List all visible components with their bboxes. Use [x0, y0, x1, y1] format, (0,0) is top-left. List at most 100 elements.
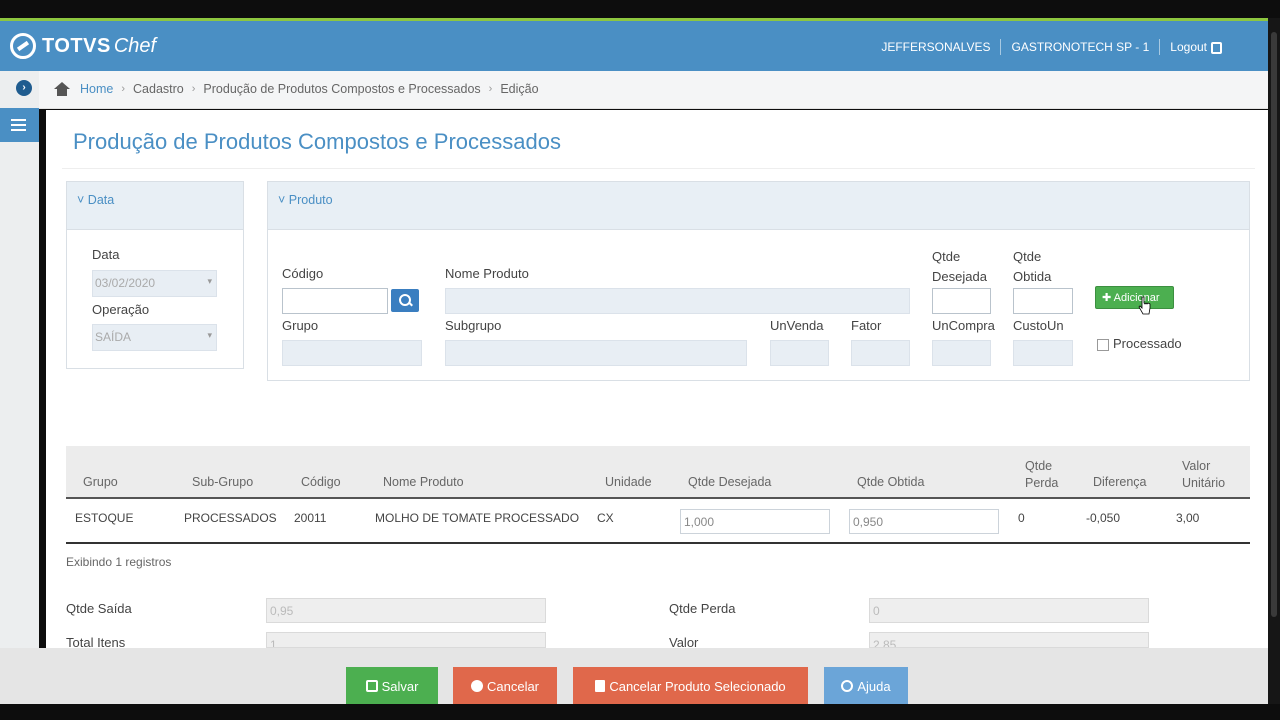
col-codigo[interactable]: Código: [301, 475, 341, 489]
col-qtde-obtida[interactable]: Qtde Obtida: [857, 475, 924, 489]
help-button[interactable]: Ajuda: [824, 667, 908, 705]
trash-icon: [595, 680, 606, 692]
uncompra-field[interactable]: [932, 340, 991, 366]
user-name[interactable]: JEFFERSONALVES: [881, 40, 990, 54]
breadcrumb-bar: Home › Cadastro › Produção de Produtos C…: [39, 71, 1268, 109]
label-line: Obtida: [1013, 269, 1052, 284]
chevron-right-icon: ›: [191, 83, 196, 95]
cell-codigo: 20011: [294, 511, 327, 525]
label-line: Qtde: [1013, 249, 1042, 264]
breadcrumb-home[interactable]: Home: [80, 82, 113, 96]
letterbox-top: [0, 0, 1280, 18]
total-itens-field: 1: [266, 632, 546, 648]
qtde-obtida-label: Qtde Obtida: [1013, 247, 1051, 287]
codigo-label: Código: [282, 266, 324, 281]
letterbox-bottom: [0, 704, 1280, 720]
scrollbar[interactable]: [1271, 32, 1277, 617]
qtde-saida-label: Qtde Saída: [66, 601, 132, 616]
home-icon[interactable]: [54, 82, 70, 96]
data-field[interactable]: 03/02/2020: [92, 270, 217, 297]
hamburger-icon-line: [11, 124, 26, 126]
qtde-obtida-input[interactable]: [1013, 288, 1073, 314]
subgrupo-field[interactable]: [445, 340, 747, 366]
produto-panel-title: Produto: [288, 193, 333, 207]
floppy-icon: [365, 680, 378, 692]
cell-diferenca: -0,050: [1086, 511, 1121, 525]
nome-produto-label: Nome Produto: [445, 266, 529, 281]
subgrupo-label: Subgrupo: [445, 318, 502, 333]
brand-logo[interactable]: TOTVS Chef: [10, 33, 156, 59]
qtde-perda-field: 0: [869, 598, 1149, 623]
plus-icon: ✚: [1102, 292, 1114, 304]
col-unidade[interactable]: Unidade: [605, 475, 652, 489]
cell-grupo: ESTOQUE: [75, 511, 134, 525]
save-button[interactable]: Salvar: [346, 667, 438, 705]
fator-label: Fator: [851, 318, 882, 333]
expand-sidebar-icon[interactable]: ›: [16, 80, 32, 96]
cancel-selected-product-label: Cancelar Produto Selecionado: [609, 679, 786, 694]
add-button-label: Adicionar: [1113, 292, 1160, 304]
cell-unidade: CX: [597, 511, 614, 525]
uncompra-label: UnCompra: [932, 318, 995, 333]
data-label: Data: [92, 247, 120, 262]
cell-qtde-desejada-input[interactable]: 1,000: [680, 509, 830, 534]
menu-toggle-button[interactable]: [0, 108, 39, 142]
cancel-selected-product-button[interactable]: Cancelar Produto Selecionado: [573, 667, 808, 705]
header-user-area: JEFFERSONALVES GASTRONOTECH SP - 1 Logou…: [881, 39, 1222, 55]
grupo-field[interactable]: [282, 340, 422, 366]
hamburger-icon: [11, 119, 26, 121]
cell-nome-produto: MOLHO DE TOMATE PROCESSADO: [375, 511, 580, 525]
operacao-select[interactable]: SAÍDA: [92, 324, 217, 351]
fator-field[interactable]: [851, 340, 910, 366]
breadcrumb-cadastro[interactable]: Cadastro: [133, 82, 184, 96]
col-diferenca[interactable]: Diferença: [1093, 475, 1147, 489]
col-qtde-perda[interactable]: Qtde Perda: [1025, 458, 1058, 492]
logout-icon: [1211, 41, 1222, 54]
unvenda-field[interactable]: [770, 340, 829, 366]
codigo-input[interactable]: [282, 288, 388, 314]
hamburger-icon-line: [11, 129, 26, 131]
custoun-field[interactable]: [1013, 340, 1073, 366]
grid-header: [66, 446, 1250, 499]
produto-panel-header[interactable]: ˅ Produto: [268, 182, 1249, 230]
qtde-saida-field: 0,95: [266, 598, 546, 623]
processado-label[interactable]: Processado: [1113, 336, 1182, 351]
data-panel-title: Data: [87, 193, 115, 207]
save-button-label: Salvar: [381, 679, 419, 694]
valor-field: 2,85: [869, 632, 1149, 648]
data-panel-header[interactable]: ˅ Data: [67, 182, 243, 230]
cell-qtde-obtida-input[interactable]: 0,950: [849, 509, 999, 534]
chevron-right-icon: ›: [488, 83, 493, 95]
title-divider: [62, 168, 1255, 169]
label-line: Desejada: [932, 269, 987, 284]
add-button[interactable]: ✚ Adicionar: [1095, 286, 1174, 309]
processado-checkbox[interactable]: [1097, 339, 1109, 351]
chevron-down-icon: ˅: [77, 193, 85, 207]
nome-produto-field[interactable]: [445, 288, 910, 314]
header-line: Valor: [1182, 459, 1211, 473]
col-valor-unitario[interactable]: Valor Unitário: [1182, 458, 1225, 492]
header-line: Unitário: [1182, 476, 1226, 490]
chevron-down-icon: ˅: [278, 193, 286, 207]
left-sidebar: [0, 71, 39, 648]
cancel-button[interactable]: Cancelar: [453, 667, 557, 705]
col-grupo[interactable]: Grupo: [83, 475, 118, 489]
search-button[interactable]: [391, 289, 419, 312]
logout-link[interactable]: Logout: [1170, 40, 1222, 54]
col-qtde-desejada[interactable]: Qtde Desejada: [688, 475, 771, 489]
grid-bottom-border: [66, 542, 1250, 544]
qtde-desejada-input[interactable]: [932, 288, 991, 314]
unvenda-label: UnVenda: [770, 318, 824, 333]
col-subgrupo[interactable]: Sub-Grupo: [192, 475, 253, 489]
company-name[interactable]: GASTRONOTECH SP - 1: [1011, 40, 1149, 54]
col-nome-produto[interactable]: Nome Produto: [383, 475, 464, 489]
logout-label: Logout: [1170, 40, 1207, 54]
qtde-desejada-label: Qtde Desejada: [932, 247, 987, 287]
breadcrumb: Home › Cadastro › Produção de Produtos C…: [54, 82, 539, 96]
page-title: Produção de Produtos Compostos e Process…: [73, 129, 561, 154]
breadcrumb-producao[interactable]: Produção de Produtos Compostos e Process…: [203, 82, 480, 96]
qtde-perda-label: Qtde Perda: [669, 601, 736, 616]
operacao-label: Operação: [92, 302, 150, 317]
records-count: Exibindo 1 registros: [66, 555, 172, 569]
help-button-label: Ajuda: [857, 679, 891, 694]
